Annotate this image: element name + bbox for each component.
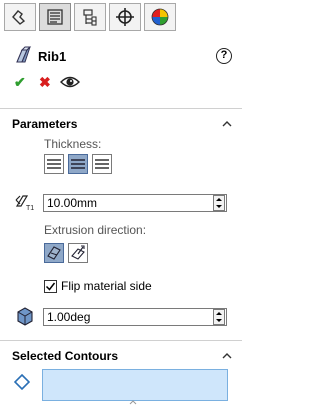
ok-button[interactable]: ✔ — [14, 74, 26, 91]
thickness-label: Thickness: — [44, 137, 102, 151]
selected-contours-list[interactable] — [42, 369, 228, 401]
thickness-spinner[interactable] — [213, 195, 225, 211]
property-manager-tabs — [0, 0, 242, 36]
appearance-icon — [151, 8, 169, 26]
help-button[interactable]: ? — [216, 48, 232, 64]
thickness-dimension-icon: T1 — [15, 195, 34, 212]
normal-to-sketch-button[interactable] — [68, 243, 88, 263]
tab-dimxpert-manager[interactable] — [109, 3, 141, 31]
selected-contours-header[interactable]: Selected Contours — [12, 349, 118, 363]
page-title: Rib1 — [38, 49, 67, 64]
tab-display-manager[interactable] — [144, 3, 176, 31]
thickness-input[interactable]: 10.00mm — [43, 194, 227, 212]
parallel-to-sketch-button[interactable] — [44, 243, 64, 263]
first-side-icon — [47, 159, 61, 169]
thickness-both-sides-button[interactable] — [68, 154, 88, 174]
configuration-manager-icon — [83, 9, 97, 26]
normal-to-sketch-icon — [71, 245, 85, 260]
cancel-button[interactable]: ✖ — [39, 74, 51, 91]
rib-feature-icon — [16, 46, 32, 63]
tab-property-manager[interactable] — [39, 3, 71, 31]
tab-feature-manager[interactable] — [4, 3, 36, 31]
tab-configuration-manager[interactable] — [74, 3, 106, 31]
draft-toggle-button[interactable] — [14, 305, 36, 327]
flip-material-side-checkbox[interactable] — [44, 280, 57, 293]
crosshair-icon — [116, 8, 134, 26]
flip-material-side-label[interactable]: Flip material side — [61, 279, 152, 293]
second-side-icon — [95, 159, 109, 169]
svg-text:T1: T1 — [26, 205, 34, 212]
thickness-second-side-button[interactable] — [92, 154, 112, 174]
both-sides-icon — [71, 159, 85, 169]
parallel-to-sketch-icon — [47, 246, 61, 260]
collapse-caret-icon[interactable] — [222, 119, 232, 129]
property-manager-icon — [47, 9, 63, 25]
collapse-caret-icon[interactable] — [222, 351, 232, 361]
draft-angle-input[interactable]: 1.00deg — [43, 308, 227, 326]
checkmark-icon — [45, 282, 56, 291]
contour-diamond-icon — [14, 374, 30, 390]
draft-angle-spinner[interactable] — [213, 309, 225, 325]
preview-eye-icon[interactable] — [60, 74, 80, 90]
thickness-first-side-button[interactable] — [44, 154, 64, 174]
resize-grip-icon[interactable] — [129, 400, 137, 405]
feature-manager-icon — [12, 10, 26, 25]
parameters-header[interactable]: Parameters — [12, 117, 77, 131]
draft-icon — [17, 307, 33, 326]
extrusion-direction-label: Extrusion direction: — [44, 223, 147, 237]
